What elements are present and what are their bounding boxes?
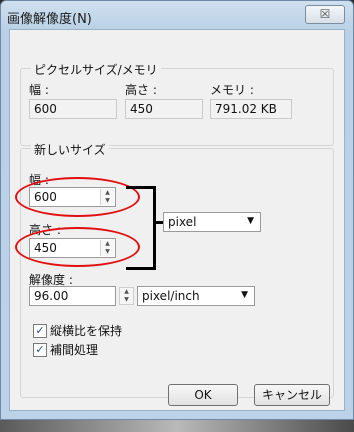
close-icon: ☒ bbox=[319, 7, 331, 21]
size-unit-select[interactable]: pixel ▼ bbox=[163, 212, 261, 232]
link-bracket-tick bbox=[153, 221, 163, 224]
dialog-title: 画像解像度(N) bbox=[7, 12, 92, 27]
checkmark-icon: ✓ bbox=[33, 342, 47, 357]
resolution-spinner[interactable]: ▲ ▼ bbox=[119, 287, 134, 305]
keep-aspect-checkbox[interactable]: ✓ 縦横比を保持 bbox=[33, 322, 122, 339]
interpolation-label: 補間処理 bbox=[50, 343, 99, 357]
size-unit-value: pixel bbox=[168, 215, 197, 229]
pixel-size-group: ピクセルサイズ/メモリ 幅 : 高さ : メモリ : 600 450 791.0… bbox=[20, 61, 334, 146]
annotation-ellipse-height bbox=[15, 227, 140, 267]
link-bracket-bottom bbox=[126, 267, 156, 270]
pixel-width-label: 幅 : bbox=[29, 83, 49, 97]
ok-button[interactable]: OK bbox=[168, 384, 238, 406]
dialog-body: ピクセルサイズ/メモリ 幅 : 高さ : メモリ : 600 450 791.0… bbox=[9, 29, 345, 411]
pixel-height-label: 高さ : bbox=[125, 83, 157, 97]
resolution-input[interactable]: 96.00 bbox=[29, 286, 116, 306]
resolution-value: 96.00 bbox=[34, 289, 69, 303]
pixel-width-field: 600 bbox=[29, 99, 117, 119]
cancel-button[interactable]: キャンセル bbox=[254, 384, 330, 406]
pixel-height-field: 450 bbox=[125, 99, 203, 119]
link-bracket-vertical bbox=[153, 186, 156, 270]
background-strip bbox=[0, 420, 354, 432]
chevron-down-icon: ▼ bbox=[247, 216, 254, 226]
title-bar: 画像解像度(N) ☒ bbox=[1, 1, 353, 31]
keep-aspect-label: 縦横比を保持 bbox=[50, 324, 123, 338]
memory-label: メモリ : bbox=[210, 83, 254, 97]
checkmark-icon: ✓ bbox=[33, 323, 47, 338]
pixel-size-group-label: ピクセルサイズ/メモリ bbox=[31, 61, 161, 78]
memory-field: 791.02 KB bbox=[210, 99, 292, 119]
resolution-unit-value: pixel/inch bbox=[142, 289, 200, 303]
dialog-window: 画像解像度(N) ☒ ピクセルサイズ/メモリ 幅 : 高さ : メモリ : 60… bbox=[0, 0, 354, 420]
new-size-group: 新しいサイズ 幅 : 600 ▲ ▼ 高さ : 450 ▲ ▼ pixel ▼ 解像… bbox=[15, 141, 334, 398]
chevron-down-icon: ▼ bbox=[241, 290, 248, 300]
new-size-group-label: 新しいサイズ bbox=[31, 141, 109, 158]
interpolation-checkbox[interactable]: ✓ 補間処理 bbox=[33, 341, 98, 358]
close-button[interactable]: ☒ bbox=[305, 5, 345, 24]
annotation-ellipse-width bbox=[15, 177, 140, 217]
resolution-unit-select[interactable]: pixel/inch ▼ bbox=[137, 286, 255, 306]
link-bracket-top bbox=[126, 186, 156, 189]
